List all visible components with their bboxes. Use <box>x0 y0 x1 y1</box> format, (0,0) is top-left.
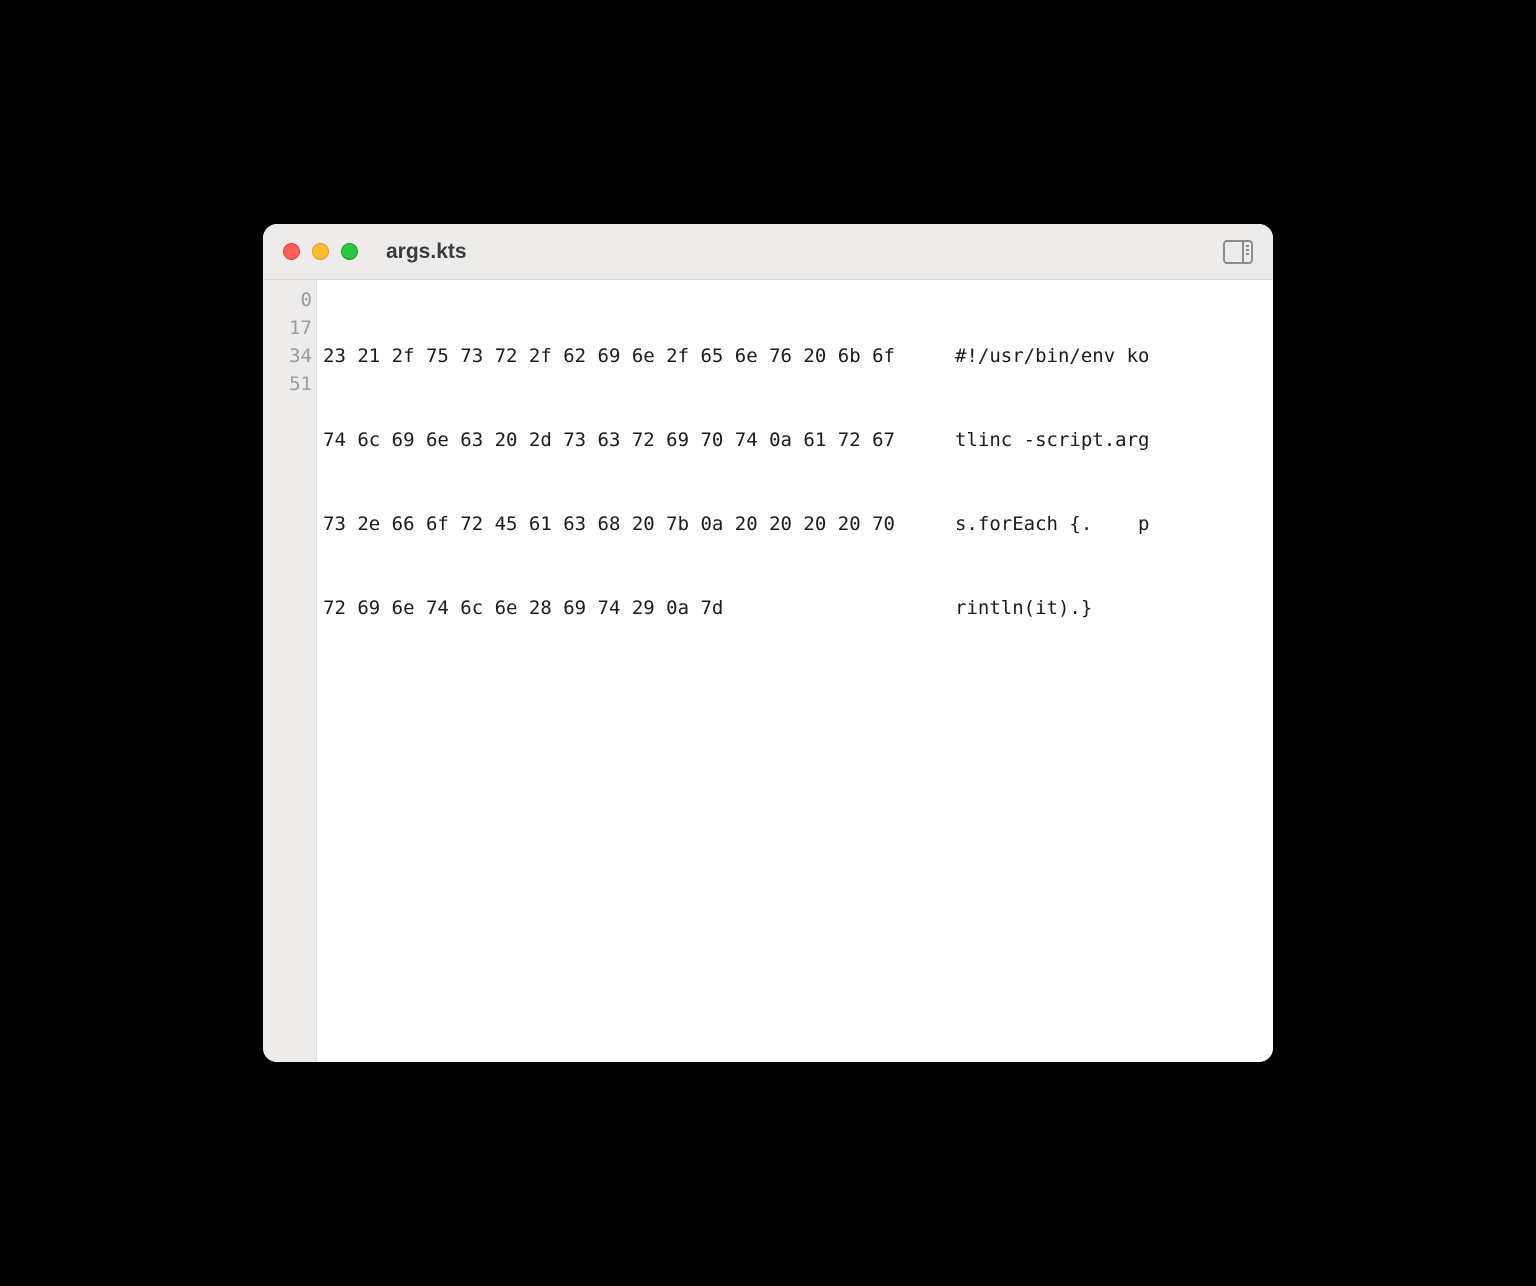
offset-value: 17 <box>263 314 312 342</box>
titlebar: args.kts <box>263 224 1273 280</box>
ascii-bytes[interactable]: rintln(it).} <box>937 594 1092 622</box>
traffic-lights <box>283 243 358 260</box>
close-button[interactable] <box>283 243 300 260</box>
hex-editor-body[interactable]: 23 21 2f 75 73 72 2f 62 69 6e 2f 65 6e 7… <box>317 280 1273 1062</box>
window-title: args.kts <box>386 240 467 264</box>
hex-editor-content[interactable]: 0 17 34 51 23 21 2f 75 73 72 2f 62 69 6e… <box>263 280 1273 1062</box>
sidebar-toggle-icon[interactable] <box>1223 240 1253 264</box>
minimize-button[interactable] <box>312 243 329 260</box>
ascii-bytes[interactable]: s.forEach {. p <box>937 510 1149 538</box>
hex-bytes[interactable]: 72 69 6e 74 6c 6e 28 69 74 29 0a 7d <box>323 594 937 622</box>
zoom-button[interactable] <box>341 243 358 260</box>
hex-row[interactable]: 73 2e 66 6f 72 45 61 63 68 20 7b 0a 20 2… <box>323 510 1273 538</box>
hex-bytes[interactable]: 73 2e 66 6f 72 45 61 63 68 20 7b 0a 20 2… <box>323 510 937 538</box>
hex-bytes[interactable]: 74 6c 69 6e 63 20 2d 73 63 72 69 70 74 0… <box>323 426 937 454</box>
ascii-bytes[interactable]: tlinc -script.arg <box>937 426 1149 454</box>
offset-value: 0 <box>263 286 312 314</box>
hex-bytes[interactable]: 23 21 2f 75 73 72 2f 62 69 6e 2f 65 6e 7… <box>323 342 937 370</box>
hex-editor-window: args.kts 0 17 34 51 23 21 2f 75 73 72 2f… <box>263 224 1273 1062</box>
hex-row[interactable]: 23 21 2f 75 73 72 2f 62 69 6e 2f 65 6e 7… <box>323 342 1273 370</box>
offset-value: 34 <box>263 342 312 370</box>
offset-value: 51 <box>263 370 312 398</box>
hex-row[interactable]: 72 69 6e 74 6c 6e 28 69 74 29 0a 7d rint… <box>323 594 1273 622</box>
hex-row[interactable]: 74 6c 69 6e 63 20 2d 73 63 72 69 70 74 0… <box>323 426 1273 454</box>
offset-gutter: 0 17 34 51 <box>263 280 317 1062</box>
ascii-bytes[interactable]: #!/usr/bin/env ko <box>937 342 1149 370</box>
